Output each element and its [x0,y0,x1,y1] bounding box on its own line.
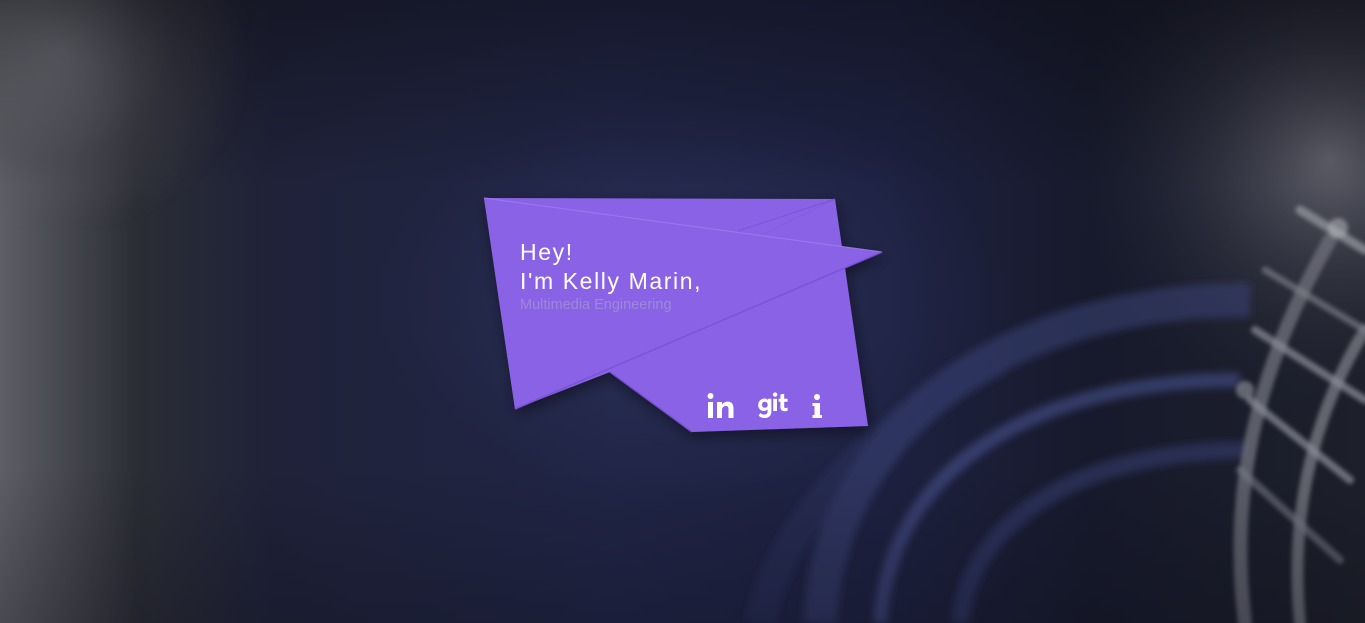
greeting-text: Hey! [520,239,574,265]
name-heading: I'm Kelly Marin, [520,268,703,294]
github-link[interactable] [756,388,790,422]
profile-card: Hey! I'm Kelly Marin, Multimedia Enginee… [470,185,900,445]
info-icon [812,394,822,418]
info-link[interactable] [809,388,827,422]
git-icon [758,392,788,418]
linkedin-icon [707,393,734,418]
linkedin-link[interactable] [706,388,736,422]
card-origami-shape [483,197,883,433]
role-subtitle: Multimedia Engineering [520,297,672,313]
